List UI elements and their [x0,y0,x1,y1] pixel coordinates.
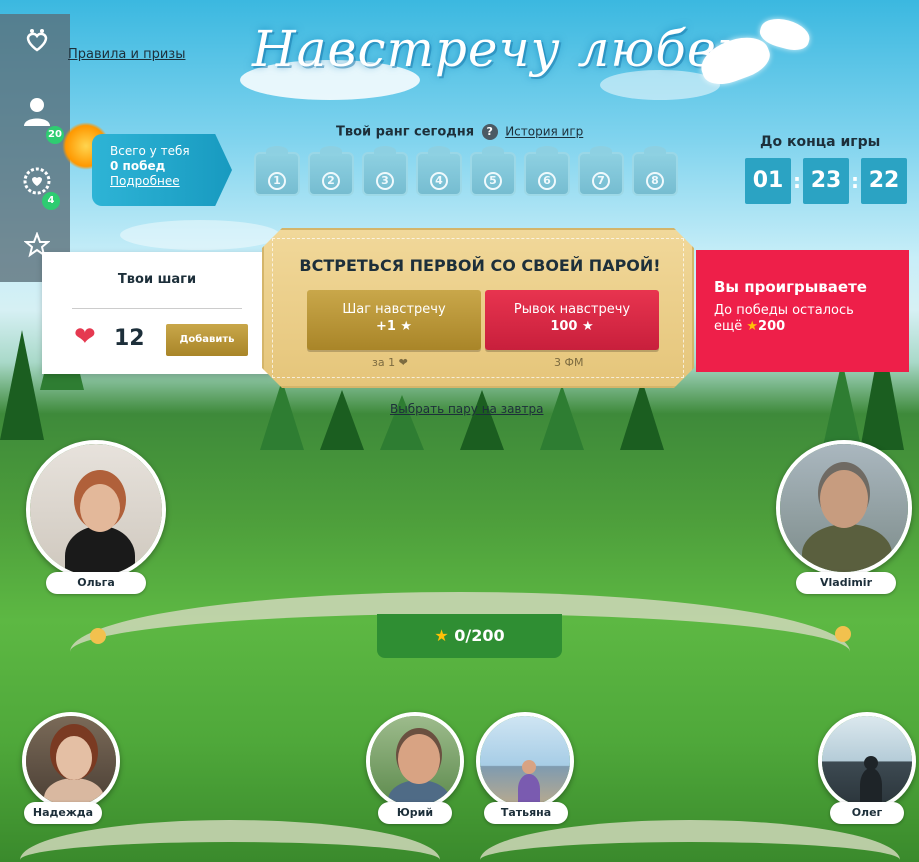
rank-levels: 1 2 3 4 5 6 7 8 [254,146,678,198]
photo-body [860,768,882,802]
cloud [120,220,280,250]
rank-level: 7 [578,146,624,196]
tree [620,380,664,450]
rank-level-number: 2 [322,172,340,190]
rank-level: 2 [308,146,354,196]
stone-path [20,820,440,862]
status-line2: ещё ★200 [714,319,909,335]
history-link[interactable]: История игр [505,125,583,139]
hearts-icon: ❤ [74,322,96,352]
avatar-vladimir[interactable] [776,440,912,576]
photo-head [820,470,868,528]
stats-total-label: Всего у тебя [110,144,190,158]
flower [90,628,106,644]
status-title: Вы проигрываете [714,278,867,296]
photo-head [398,734,440,784]
tree [0,330,44,440]
stats-wins: 0 побед [110,159,166,173]
stats-card: Всего у тебя 0 побед Подробнее [92,134,232,206]
status-amount: 200 [758,319,786,334]
rank-level: 8 [632,146,678,196]
score-value: 0/200 [454,626,505,645]
step-cost: за 1 ❤ [372,356,408,369]
rank-level: 4 [416,146,462,196]
wreath-badge: 4 [42,192,60,210]
rank-level-number: 7 [592,172,610,190]
timer-title: До конца игры [760,134,881,150]
rules-link[interactable]: Правила и призы [68,47,185,62]
steps-panel: Твои шаги ❤ 12 Добавить [42,252,272,374]
photo-head [864,756,878,770]
tree [460,390,504,450]
name-tag-oleg: Олег [830,802,904,824]
score-display: ★ 0/200 [377,614,562,658]
status-line1: До победы осталось [714,303,854,318]
countdown-timer: 01 : 23 : 22 [745,158,907,204]
timer-separator: : [793,169,801,193]
avatar-yuriy[interactable] [366,712,464,810]
meet-panel: ВСТРЕТЬСЯ ПЕРВОЙ СО СВОЕЙ ПАРОЙ! Шаг нав… [262,228,694,388]
rank-level-number: 1 [268,172,286,190]
choose-pair-tomorrow-link[interactable]: Выбрать пару на завтра [390,402,543,416]
steps-title: Твои шаги [117,272,197,287]
name-tag-yuriy: Юрий [378,802,452,824]
rank-level-number: 8 [646,172,664,190]
avatar-oleg[interactable] [818,712,916,810]
rank-level-number: 4 [430,172,448,190]
name-tag-olga: Ольга [46,572,146,594]
rank-level-number: 5 [484,172,502,190]
photo-head [80,484,120,532]
star-icon: ★ [434,626,449,645]
status-subtitle: До победы осталось ещё ★200 [714,303,909,335]
photo-head [522,760,536,774]
flower [835,626,851,642]
rank-level-number: 3 [376,172,394,190]
dash-toward-reward: 100 ★ [550,319,594,334]
name-tag-vladimir: Vladimir [796,572,896,594]
name-tag-nadezhda: Надежда [24,802,102,824]
rank-title: Твой ранг сегодня ? История игр [336,124,583,140]
timer-minutes: 23 [803,158,849,204]
name-tag-tatiana: Татьяна [484,802,568,824]
avatar-olga[interactable] [26,440,166,580]
user-icon[interactable] [22,96,52,126]
dash-toward-label: Рывок навстречу [513,302,631,317]
status-prefix: ещё [714,319,747,334]
game-logo: Навстречу любви [252,20,751,78]
stone-path [480,820,900,862]
sidebar: 20 4 [0,14,70,282]
photo-head [56,736,92,780]
rank-level: 3 [362,146,408,196]
rank-title-text: Твой ранг сегодня [336,124,475,140]
rank-level: 5 [470,146,516,196]
timer-separator: : [851,169,859,193]
stats-more-link[interactable]: Подробнее [110,174,232,189]
status-panel: Вы проигрываете До победы осталось ещё ★… [696,250,909,372]
meet-title: ВСТРЕТЬСЯ ПЕРВОЙ СО СВОЕЙ ПАРОЙ! [299,256,661,275]
timer-seconds: 22 [861,158,907,204]
step-toward-button[interactable]: Шаг навстречу +1 ★ [307,290,481,350]
avatar-nadezhda[interactable] [22,712,120,810]
add-steps-button[interactable]: Добавить [166,324,248,356]
timer-hours: 01 [745,158,791,204]
photo-body [518,774,540,804]
divider [72,308,242,309]
steps-count: 12 [114,326,145,351]
tree [540,385,584,450]
step-toward-reward: +1 ★ [375,319,413,334]
photo-body [802,524,892,572]
rank-level: 6 [524,146,570,196]
help-icon[interactable]: ? [481,124,498,140]
tree [320,390,364,450]
dash-toward-button[interactable]: Рывок навстречу 100 ★ [485,290,659,350]
dash-cost: 3 ФМ [554,356,584,369]
rank-level: 1 [254,146,300,196]
star-icon: ★ [746,319,759,334]
hearts-icon[interactable] [22,26,52,56]
step-toward-label: Шаг навстречу [342,302,446,317]
avatar-tatiana[interactable] [476,712,574,810]
rank-level-number: 6 [538,172,556,190]
tree [260,380,304,450]
